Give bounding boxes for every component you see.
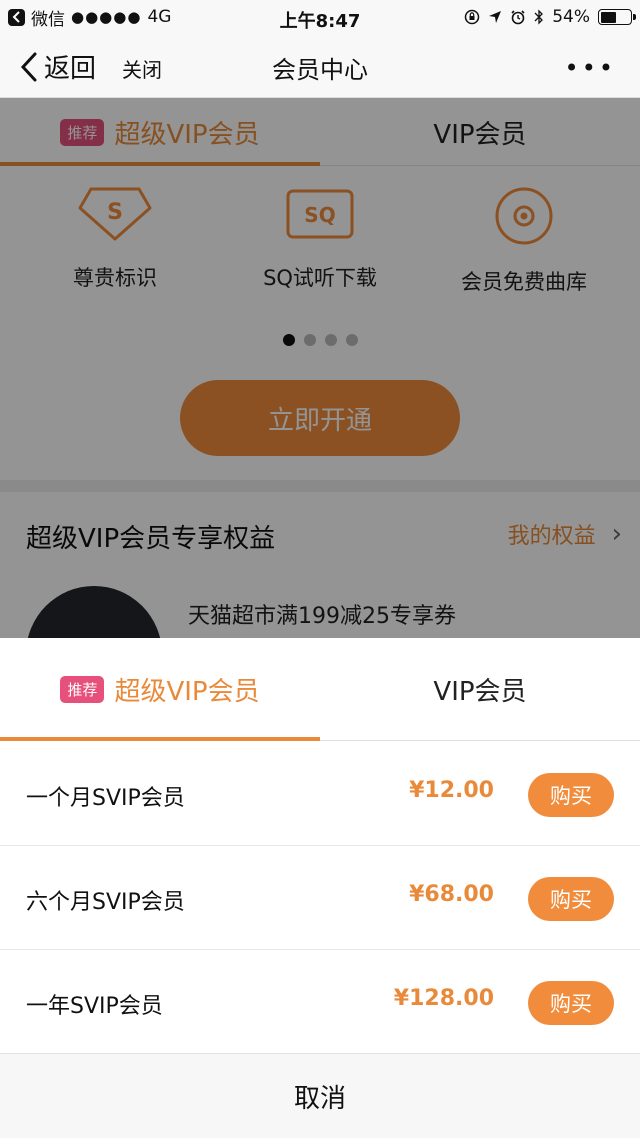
back-to-app-icon[interactable]	[8, 8, 25, 26]
network-label: 4G	[147, 7, 172, 27]
battery-percent: 54%	[552, 7, 590, 27]
plan-name: 一年SVIP会员	[26, 994, 163, 1019]
sheet-tab-vip-label: VIP会员	[433, 677, 527, 707]
bluetooth-icon	[534, 9, 544, 25]
signal-icon: ●●●●●	[71, 8, 142, 26]
plan-name: 一个月SVIP会员	[26, 786, 185, 811]
cancel-button[interactable]: 取消	[0, 1053, 640, 1138]
plan-row: 六个月SVIP会员 ¥68.00 购买	[0, 846, 640, 950]
plan-name: 六个月SVIP会员	[26, 890, 185, 915]
close-button[interactable]: 关闭	[122, 54, 162, 83]
buy-button[interactable]: 购买	[528, 877, 614, 921]
plan-price: ¥128.00	[393, 986, 494, 1011]
alarm-icon	[511, 10, 525, 25]
sheet-tab-svip-label: 超级VIP会员	[114, 677, 260, 707]
rotation-lock-icon	[464, 9, 480, 25]
sheet-tab-svip[interactable]: 推荐 超级VIP会员	[0, 638, 320, 741]
buy-button[interactable]: 购买	[528, 773, 614, 817]
chevron-left-icon	[20, 52, 37, 81]
plan-row: 一年SVIP会员 ¥128.00 购买	[0, 950, 640, 1054]
more-options-button[interactable]: •••	[565, 54, 616, 82]
plan-price: ¥12.00	[409, 778, 494, 803]
buy-button[interactable]: 购买	[528, 981, 614, 1025]
plan-row: 一个月SVIP会员 ¥12.00 购买	[0, 742, 640, 846]
plan-price: ¥68.00	[409, 882, 494, 907]
back-to-app-label[interactable]: 微信	[31, 5, 65, 30]
sheet-tabs: 推荐 超级VIP会员 VIP会员	[0, 638, 640, 741]
back-label: 返回	[44, 54, 97, 84]
status-left: 微信 ●●●●● 4G	[8, 0, 171, 34]
nav-bar: 返回 关闭 会员中心 •••	[0, 34, 640, 98]
battery-icon	[598, 9, 636, 25]
status-bar: 微信 ●●●●● 4G 上午8:47 54%	[0, 0, 640, 34]
purchase-sheet: 推荐 超级VIP会员 VIP会员 一个月SVIP会员 ¥12.00 购买 六个月…	[0, 638, 640, 1138]
sheet-tab-vip[interactable]: VIP会员	[320, 638, 640, 741]
modal-overlay[interactable]	[0, 98, 640, 638]
status-right: 54%	[464, 0, 636, 34]
recommend-badge: 推荐	[60, 676, 105, 703]
sheet-active-tab-indicator	[0, 737, 320, 741]
location-icon	[489, 11, 502, 23]
back-button[interactable]: 返回	[20, 48, 96, 85]
